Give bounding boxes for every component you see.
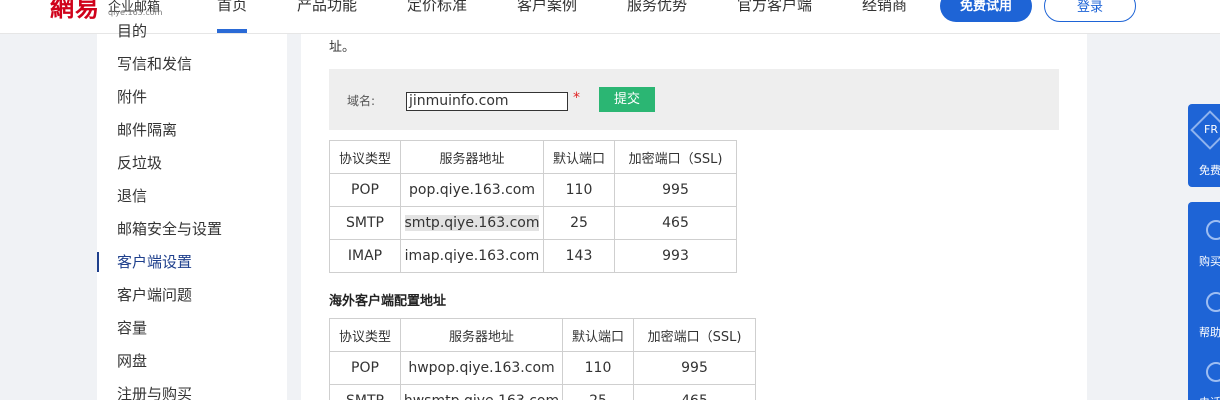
- sidebar-active-marker: [97, 252, 99, 272]
- table-row: SMTP smtp.qiye.163.com 25 465: [329, 206, 737, 240]
- sidebar-item-purpose[interactable]: 目的: [117, 20, 147, 41]
- selected-text: SMTP: [346, 215, 384, 231]
- nav-active-indicator: [217, 29, 247, 33]
- nav-client[interactable]: 官方客户端: [737, 0, 812, 15]
- table-header-row: 协议类型 服务器地址 默认端口 加密端口（SSL): [329, 318, 756, 352]
- sidebar-item-attachments[interactable]: 附件: [117, 86, 147, 107]
- free-trial-button[interactable]: 免费试用: [940, 0, 1032, 22]
- cell-ssl-port: 995: [633, 351, 756, 385]
- cell-server: hwsmtp.qiye.163.com: [400, 384, 563, 400]
- cell-protocol: IMAP: [329, 239, 401, 273]
- free-trial-float[interactable]: FR 免费: [1188, 104, 1220, 187]
- required-marker: *: [573, 90, 580, 106]
- table-row: SMTP hwsmtp.qiye.163.com 25 465: [329, 384, 756, 400]
- col-ssl-port: 加密端口（SSL): [633, 318, 756, 352]
- nav-features[interactable]: 产品功能: [297, 0, 357, 15]
- logo-wordmark: 網易: [50, 0, 100, 22]
- nav-pricing[interactable]: 定价标准: [407, 0, 467, 15]
- cell-default-port: 143: [543, 239, 615, 273]
- sidebar-item-security[interactable]: 邮箱安全与设置: [117, 218, 222, 239]
- col-default-port: 默认端口: [543, 140, 615, 174]
- cell-protocol: SMTP: [329, 384, 401, 400]
- submit-button[interactable]: 提交: [599, 87, 655, 112]
- service-float-panel: 购买 帮助 电话: [1188, 202, 1220, 400]
- cell-default-port: 110: [562, 351, 634, 385]
- cell-server: smtp.qiye.163.com: [400, 206, 544, 240]
- nav-cases[interactable]: 客户案例: [517, 0, 577, 15]
- float-help-label[interactable]: 帮助: [1199, 324, 1220, 340]
- sidebar-item-client-settings[interactable]: 客户端设置: [117, 251, 192, 272]
- badge-text: FR: [1204, 123, 1218, 136]
- help-icon[interactable]: [1206, 292, 1220, 312]
- cell-protocol: POP: [329, 173, 401, 207]
- cell-ssl-port: 465: [614, 206, 737, 240]
- cell-protocol: SMTP: [329, 206, 401, 240]
- col-ssl-port: 加密端口（SSL): [614, 140, 737, 174]
- client-config-table: 协议类型 服务器地址 默认端口 加密端口（SSL) POP pop.qiye.1…: [329, 140, 737, 273]
- table-header-row: 协议类型 服务器地址 默认端口 加密端口（SSL): [329, 140, 737, 174]
- domain-label: 域名:: [347, 94, 376, 108]
- float-buy-label[interactable]: 购买: [1199, 253, 1220, 269]
- main-content: 址。 域名: jinmuinfo.com * 提交 协议类型 服务器地址 默认端…: [301, 34, 1087, 400]
- nav-dealers[interactable]: 经销商: [862, 0, 907, 15]
- sidebar-item-register-buy[interactable]: 注册与购买: [117, 383, 192, 400]
- cart-icon[interactable]: [1206, 220, 1220, 240]
- sidebar-item-compose[interactable]: 写信和发信: [117, 53, 192, 74]
- sidebar-item-antispam[interactable]: 反垃圾: [117, 152, 162, 173]
- cell-protocol: POP: [329, 351, 401, 385]
- cell-default-port: 25: [562, 384, 634, 400]
- cell-server: hwpop.qiye.163.com: [400, 351, 563, 385]
- col-server: 服务器地址: [400, 318, 563, 352]
- login-button[interactable]: 登录: [1044, 0, 1136, 22]
- intro-text-tail: 址。: [329, 40, 356, 55]
- nav-home[interactable]: 首页: [217, 0, 247, 15]
- help-sidebar: 目的 写信和发信 附件 邮件隔离 反垃圾 退信 邮箱安全与设置 客户端设置 客户…: [97, 22, 287, 400]
- table-row: IMAP imap.qiye.163.com 143 993: [329, 239, 737, 273]
- cell-server: imap.qiye.163.com: [400, 239, 544, 273]
- cell-default-port: 25: [543, 206, 615, 240]
- sidebar-item-bounce[interactable]: 退信: [117, 185, 147, 206]
- sidebar-item-capacity[interactable]: 容量: [117, 317, 147, 338]
- cell-server: pop.qiye.163.com: [400, 173, 544, 207]
- col-default-port: 默认端口: [562, 318, 634, 352]
- selected-text: smtp.qiye.163.com: [404, 215, 540, 231]
- sidebar-item-client-issues[interactable]: 客户端问题: [117, 284, 192, 305]
- nav-advantages[interactable]: 服务优势: [627, 0, 687, 15]
- domain-query-form: 域名: jinmuinfo.com * 提交: [329, 69, 1059, 130]
- cell-ssl-port: 993: [614, 239, 737, 273]
- logo-url: qiye.163.com: [108, 8, 163, 17]
- table-row: POP pop.qiye.163.com 110 995: [329, 173, 737, 207]
- overseas-config-table: 协议类型 服务器地址 默认端口 加密端口（SSL) POP hwpop.qiye…: [329, 318, 756, 400]
- float-other-label[interactable]: 电话: [1199, 394, 1220, 400]
- phone-icon[interactable]: [1206, 362, 1220, 382]
- overseas-section-title: 海外客户端配置地址: [329, 294, 447, 309]
- cell-default-port: 110: [543, 173, 615, 207]
- domain-input[interactable]: jinmuinfo.com: [406, 92, 568, 111]
- free-float-label: 免费: [1199, 164, 1220, 177]
- sidebar-item-netdisk[interactable]: 网盘: [117, 350, 147, 371]
- top-header: 網易 企业邮箱 qiye.163.com 首页 产品功能 定价标准 客户案例 服…: [0, 0, 1220, 34]
- col-protocol: 协议类型: [329, 140, 401, 174]
- sidebar-item-quarantine[interactable]: 邮件隔离: [117, 119, 177, 140]
- col-protocol: 协议类型: [329, 318, 401, 352]
- cell-ssl-port: 465: [633, 384, 756, 400]
- cell-ssl-port: 995: [614, 173, 737, 207]
- col-server: 服务器地址: [400, 140, 544, 174]
- table-row: POP hwpop.qiye.163.com 110 995: [329, 351, 756, 385]
